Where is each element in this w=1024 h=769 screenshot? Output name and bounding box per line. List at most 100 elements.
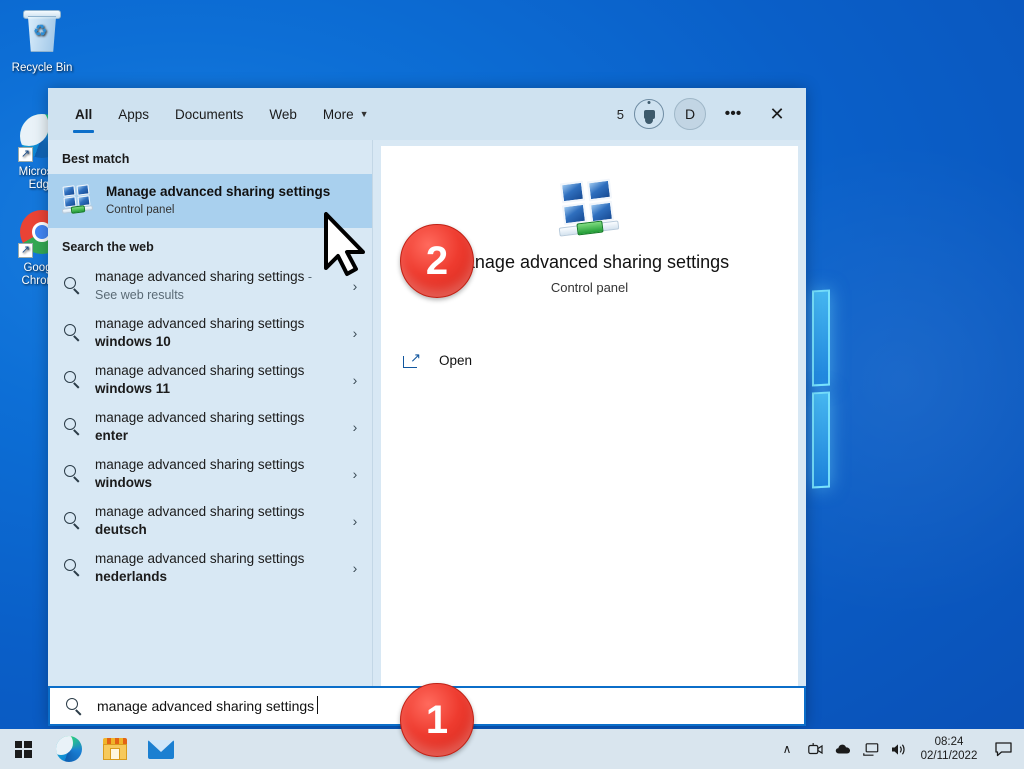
preview-actions: ↗ Open [381,328,798,686]
search-icon [64,371,81,389]
tab-label: Web [269,106,297,122]
avatar[interactable]: D [674,98,706,130]
best-match-section-label: Best match [62,152,130,166]
search-panel-body: Best match Manage advanced sharing setti… [48,140,806,686]
web-result-bold-suffix: nederlands [95,568,168,584]
taskbar-clock[interactable]: 08:24 02/11/2022 [914,735,984,763]
web-result-bold-suffix: deutsch [95,521,147,537]
action-center-icon [994,741,1012,756]
camera-icon[interactable] [802,729,828,769]
close-icon: ✕ [769,103,785,124]
step-badge-number: 2 [425,238,449,283]
search-preview-pane: Manage advanced sharing settings Control… [373,140,806,686]
avatar-letter: D [684,106,696,122]
store-icon [103,738,127,760]
preview-title: Manage advanced sharing settings [449,251,730,272]
tab-all[interactable]: All [62,88,105,140]
web-result-row[interactable]: manage advanced sharing settings enter › [48,403,372,450]
step-badge-number: 1 [425,697,449,742]
desktop-icon-recycle-bin[interactable]: ♻ Recycle Bin [2,8,82,75]
search-tabs: All Apps Documents Web More ▼ [62,88,382,140]
tab-label: Apps [118,106,150,122]
web-result-query: manage advanced sharing settings deutsch [95,503,305,537]
chevron-right-icon: › [352,324,358,341]
ellipsis-icon: ••• [724,105,742,122]
mail-icon [148,739,174,759]
web-result-bold-suffix: windows 10 [95,333,171,349]
network-sharing-icon [558,178,621,238]
clock-time: 08:24 [934,736,964,748]
rewards-points-count: 5 [616,106,624,122]
web-results-container: manage advanced sharing settings - See w… [48,262,372,591]
web-result-bold-suffix: enter [95,427,129,443]
chevron-right-icon: › [352,512,358,529]
shortcut-arrow-icon: ↗ [18,147,33,162]
taskbar-mail-button[interactable] [138,729,184,769]
web-result-query: manage advanced sharing settings windows… [95,315,305,349]
search-panel-header: All Apps Documents Web More ▼ 5 D ••• ✕ [48,88,806,140]
web-result-row[interactable]: manage advanced sharing settings windows… [48,309,372,356]
desktop-icon-label: Recycle Bin [11,62,73,74]
wallpaper-logo-pane-1 [812,289,830,387]
web-result-bold-suffix: windows [95,474,152,490]
network-icon[interactable] [858,729,884,769]
edge-icon [56,736,82,762]
chevron-down-icon: ▼ [359,109,369,119]
taskbar-edge-button[interactable] [46,729,92,769]
windows-search-flyout: All Apps Documents Web More ▼ 5 D ••• ✕ … [48,88,806,726]
step-badge-2: 2 [400,224,474,298]
tab-apps[interactable]: Apps [105,88,162,140]
best-match-title: Manage advanced sharing settings [106,184,331,199]
chevron-right-icon: › [352,371,358,388]
tab-more[interactable]: More ▼ [310,88,382,140]
taskbar-pinned-apps [0,729,184,769]
search-icon [64,277,81,295]
tab-label: More [322,106,354,122]
open-action-label: Open [439,352,473,368]
taskbar-store-button[interactable] [92,729,138,769]
clock-date: 02/11/2022 [920,750,978,762]
search-icon [64,324,81,342]
more-options-button[interactable]: ••• [716,97,750,131]
web-result-hint: - See web results [95,269,313,302]
chevron-right-icon: › [352,418,358,435]
preview-subtitle: Control panel [550,279,629,295]
web-result-query: manage advanced sharing settings enter [95,409,305,443]
show-hidden-icons-chevron[interactable]: ∧ [774,729,800,769]
shortcut-arrow-icon: ↗ [18,243,33,258]
search-icon [64,465,81,483]
search-header-actions: 5 D ••• ✕ [617,88,794,140]
web-result-row[interactable]: manage advanced sharing settings windows… [48,356,372,403]
web-result-row[interactable]: manage advanced sharing settings deutsch… [48,497,372,544]
onedrive-cloud-icon[interactable] [830,729,856,769]
recycle-bin-icon: ♻ [18,10,66,58]
open-action[interactable]: ↗ Open [381,342,798,378]
search-icon [64,559,81,577]
tab-label: Documents [175,106,244,122]
open-external-icon: ↗ [403,351,421,368]
web-result-query: manage advanced sharing settings nederla… [95,550,305,584]
web-result-query: manage advanced sharing settings - See w… [95,268,313,302]
taskbar: ∧ 08:24 02/11/2022 [0,729,1024,769]
tab-label: All [75,106,93,122]
action-center-button[interactable] [986,729,1020,769]
search-icon [64,512,81,530]
system-tray: ∧ 08:24 02/11/2022 [774,729,1024,769]
web-result-row[interactable]: manage advanced sharing settings nederla… [48,544,372,591]
search-icon [66,697,83,715]
web-result-query: manage advanced sharing settings windows [95,456,305,490]
wallpaper-logo-pane-2 [812,391,830,489]
close-button[interactable]: ✕ [760,97,794,131]
tab-web[interactable]: Web [256,88,310,140]
web-result-row[interactable]: manage advanced sharing settings windows… [48,450,372,497]
rewards-badge-icon[interactable] [634,99,664,129]
tab-documents[interactable]: Documents [162,88,256,140]
chevron-right-icon: › [352,559,358,576]
web-result-query: manage advanced sharing settings windows… [95,362,305,396]
search-input[interactable]: manage advanced sharing settings [97,696,319,714]
web-result-bold-suffix: windows 11 [95,380,171,396]
network-sharing-icon [61,184,94,217]
start-button[interactable] [0,729,46,769]
windows-start-icon [14,740,32,758]
volume-icon[interactable] [886,729,912,769]
